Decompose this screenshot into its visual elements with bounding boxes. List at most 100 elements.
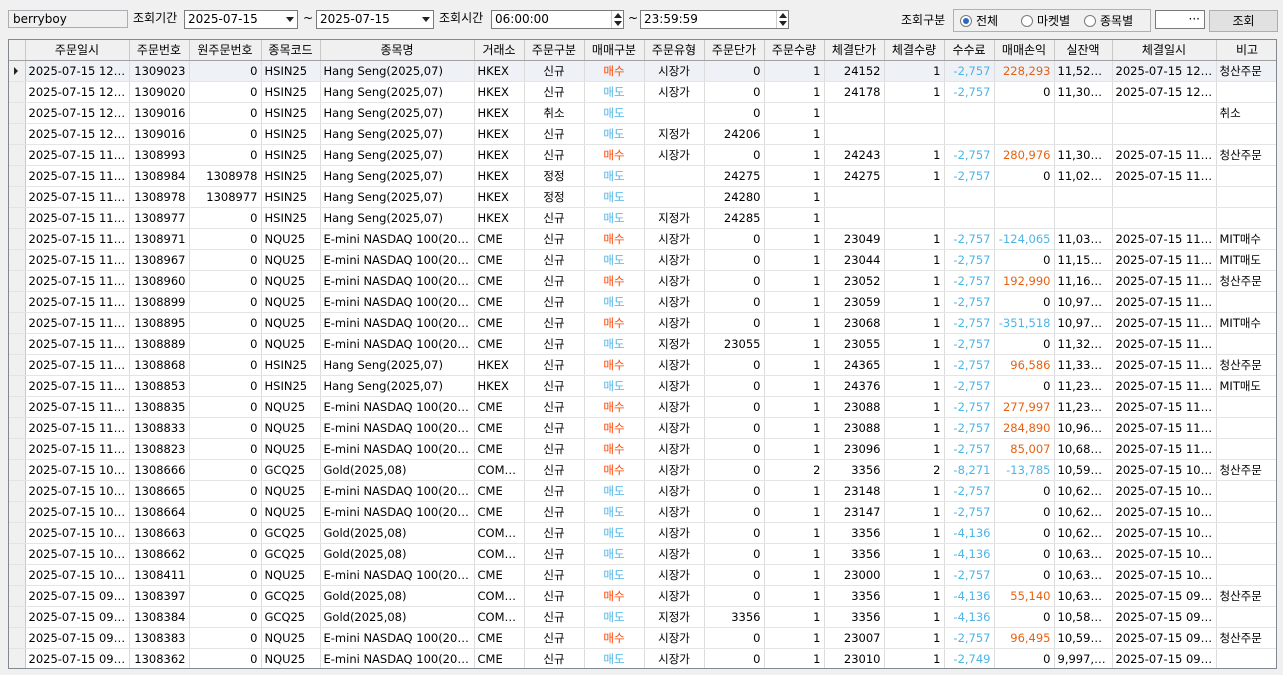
table-row[interactable]: 2025-07-15 10:… 1308665 0 NQU25 E-mini NASDA… <box>9 480 1276 502</box>
radio-item[interactable]: 종목별 <box>1084 14 1133 28</box>
row-indicator[interactable] <box>9 186 26 208</box>
column-header-note[interactable]: 비고 <box>1216 40 1276 61</box>
column-header-order-price[interactable]: 주문단가 <box>704 40 765 61</box>
date-to-select[interactable]: 2025-07-15 <box>316 10 434 29</box>
row-indicator[interactable] <box>9 543 26 565</box>
table-row[interactable]: 2025-07-15 11:… 1308835 0 NQU25 E-mini NASDA… <box>9 396 1276 418</box>
column-header-order-kind[interactable]: 주문구분 <box>524 40 585 61</box>
row-indicator[interactable] <box>9 312 26 334</box>
column-header-item-name[interactable]: 종목명 <box>320 40 475 61</box>
row-indicator[interactable] <box>9 270 26 292</box>
row-indicator[interactable] <box>9 291 26 313</box>
search-button[interactable]: 조회 <box>1209 10 1278 32</box>
column-header-fill-qty[interactable]: 체결수량 <box>884 40 945 61</box>
table-row[interactable]: 2025-07-15 11:… 1308977 0 HSIN25 Hang Seng(2… <box>9 207 1276 229</box>
time-from-spinner[interactable]: 06:00:00 <box>491 10 624 29</box>
row-indicator[interactable] <box>9 228 26 250</box>
table-row[interactable]: 2025-07-15 11:… 1308868 0 HSIN25 Hang Seng(2… <box>9 354 1276 376</box>
cell-order-qty: 1 <box>764 270 825 292</box>
column-header-pnl[interactable]: 매매손익 <box>994 40 1055 61</box>
table-row[interactable]: 2025-07-15 11:… 1308960 0 NQU25 E-mini NASDA… <box>9 270 1276 292</box>
table-row[interactable]: 2025-07-15 10:… 1308662 0 GCQ25 Gold(2025,08… <box>9 543 1276 565</box>
column-header-order-datetime[interactable]: 주문일시 <box>25 40 130 61</box>
row-indicator[interactable] <box>9 522 26 544</box>
table-row[interactable]: 2025-07-15 11:… 1308967 0 NQU25 E-mini NASDA… <box>9 249 1276 271</box>
table-row[interactable]: 2025-07-15 10:… 1308663 0 GCQ25 Gold(2025,08… <box>9 522 1276 544</box>
cell-order-qty: 1 <box>764 207 825 229</box>
table-row[interactable]: 2025-07-15 12:… 1309016 0 HSIN25 Hang Seng(2… <box>9 123 1276 145</box>
row-indicator[interactable] <box>9 60 26 82</box>
cell-order-qty: 1 <box>764 480 825 502</box>
cell-item-code: HSIN25 <box>261 165 321 187</box>
table-row[interactable]: 2025-07-15 10:… 1308666 0 GCQ25 Gold(2025,08… <box>9 459 1276 481</box>
row-indicator[interactable] <box>9 585 26 607</box>
column-header-order-qty[interactable]: 주문수량 <box>764 40 825 61</box>
spinner-arrows-icon[interactable] <box>776 11 788 28</box>
table-row[interactable]: 2025-07-15 10:… 1308411 0 NQU25 E-mini NASDA… <box>9 564 1276 586</box>
cell-order-kind: 신규 <box>524 207 585 229</box>
table-row[interactable]: 2025-07-15 11:… 1308978 1308977 HSIN25 Hang … <box>9 186 1276 208</box>
row-indicator[interactable] <box>9 81 26 103</box>
row-indicator[interactable] <box>9 249 26 271</box>
row-indicator[interactable] <box>9 165 26 187</box>
column-header-orig-order-no[interactable]: 원주문번호 <box>189 40 262 61</box>
table-row[interactable]: 2025-07-15 09:… 1308362 0 NQU25 E-mini NASDA… <box>9 648 1276 668</box>
row-indicator[interactable] <box>9 501 26 523</box>
table-row[interactable]: 2025-07-15 11:… 1308833 0 NQU25 E-mini NASDA… <box>9 417 1276 439</box>
table-row[interactable]: 2025-07-15 11:… 1308984 1308978 HSIN25 Hang … <box>9 165 1276 187</box>
cell-balance <box>1054 123 1113 145</box>
column-header-fee[interactable]: 수수료 <box>944 40 995 61</box>
radio-market[interactable]: 마켓별 <box>1021 14 1070 28</box>
column-header-exchange[interactable]: 거래소 <box>474 40 525 61</box>
cell-order-no: 1308971 <box>129 228 190 250</box>
table-row[interactable]: 2025-07-15 09:… 1308383 0 NQU25 E-mini NASDA… <box>9 627 1276 649</box>
row-indicator[interactable] <box>9 144 26 166</box>
row-indicator[interactable] <box>9 438 26 460</box>
column-header-fill-price[interactable]: 체결단가 <box>824 40 885 61</box>
row-indicator[interactable] <box>9 627 26 649</box>
table-row[interactable]: 2025-07-15 09:… 1308384 0 GCQ25 Gold(2025,08… <box>9 606 1276 628</box>
table-row[interactable]: 2025-07-15 10:… 1308664 0 NQU25 E-mini NASDA… <box>9 501 1276 523</box>
cell-trade-side: 매도 <box>584 333 645 355</box>
column-header-balance[interactable]: 실잔액 <box>1054 40 1113 61</box>
row-indicator[interactable] <box>9 396 26 418</box>
cell-item-code: NQU25 <box>261 312 321 334</box>
row-indicator[interactable] <box>9 333 26 355</box>
table-row[interactable]: 2025-07-15 11:… 1308971 0 NQU25 E-mini NASDA… <box>9 228 1276 250</box>
row-indicator[interactable] <box>9 417 26 439</box>
row-indicator[interactable] <box>9 123 26 145</box>
cell-order-datetime: 2025-07-15 10:… <box>25 543 130 565</box>
date-from-select[interactable]: 2025-07-15 <box>184 10 298 29</box>
table-row[interactable]: 2025-07-15 11:… 1308853 0 HSIN25 Hang Seng(2… <box>9 375 1276 397</box>
row-indicator[interactable] <box>9 459 26 481</box>
table-row[interactable]: 2025-07-15 11:… 1308895 0 NQU25 E-mini NASDA… <box>9 312 1276 334</box>
table-row[interactable]: 2025-07-15 11:… 1308993 0 HSIN25 Hang Seng(2… <box>9 144 1276 166</box>
table-row[interactable]: 2025-07-15 12:… 1309016 0 HSIN25 Hang Seng(2… <box>9 102 1276 124</box>
spinner-arrows-icon[interactable] <box>611 11 623 28</box>
column-header-item-code[interactable]: 종목코드 <box>261 40 321 61</box>
table-row[interactable]: 2025-07-15 11:… 1308899 0 NQU25 E-mini NASDA… <box>9 291 1276 313</box>
table-row[interactable]: 2025-07-15 12:… 1309020 0 HSIN25 Hang Seng(2… <box>9 81 1276 103</box>
row-indicator[interactable] <box>9 480 26 502</box>
row-indicator[interactable] <box>9 102 26 124</box>
row-indicator[interactable] <box>9 648 26 668</box>
row-indicator[interactable] <box>9 606 26 628</box>
column-header-order-no[interactable]: 주문번호 <box>129 40 190 61</box>
code-search-field[interactable]: ··· <box>1155 10 1205 29</box>
cell-fill-qty <box>884 186 945 208</box>
cell-exchange: CME <box>474 291 525 313</box>
row-indicator[interactable] <box>9 207 26 229</box>
account-field[interactable]: berryboy <box>8 10 128 28</box>
time-to-spinner[interactable]: 23:59:59 <box>640 10 789 29</box>
row-indicator[interactable] <box>9 564 26 586</box>
row-indicator[interactable] <box>9 354 26 376</box>
row-indicator[interactable] <box>9 375 26 397</box>
column-header-trade-side[interactable]: 매매구분 <box>584 40 645 61</box>
column-header-fill-datetime[interactable]: 체결일시 <box>1112 40 1217 61</box>
table-row[interactable]: 2025-07-15 11:… 1308823 0 NQU25 E-mini NASDA… <box>9 438 1276 460</box>
table-row[interactable]: 2025-07-15 11:… 1308889 0 NQU25 E-mini NASDA… <box>9 333 1276 355</box>
column-header-order-type[interactable]: 주문유형 <box>644 40 705 61</box>
table-row[interactable]: 2025-07-15 09:… 1308397 0 GCQ25 Gold(2025,08… <box>9 585 1276 607</box>
radio-all[interactable]: 전체 <box>960 14 998 28</box>
table-row[interactable]: 2025-07-15 12:… 1309023 0 HSIN25 Hang Seng(2… <box>9 60 1276 82</box>
